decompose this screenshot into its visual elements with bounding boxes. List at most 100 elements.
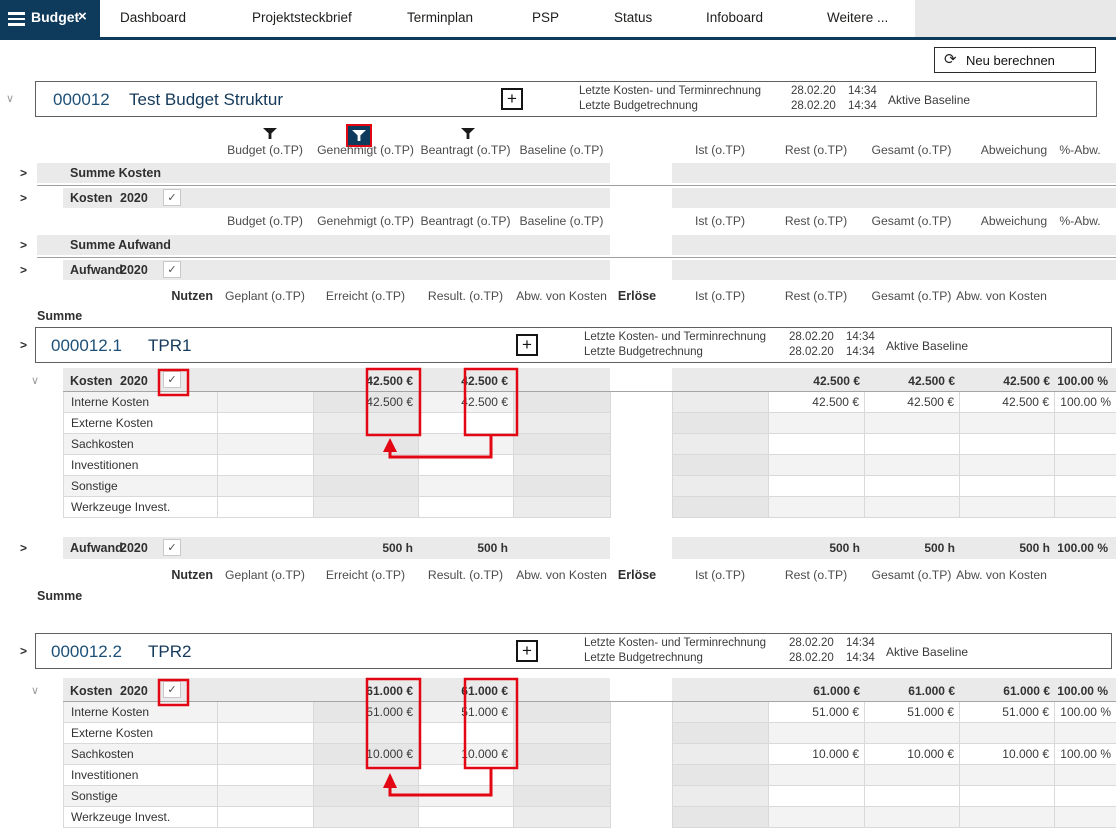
- value-cell[interactable]: 10.000 €: [865, 744, 960, 765]
- value-cell[interactable]: [673, 497, 769, 518]
- value-cell[interactable]: [314, 476, 419, 497]
- value-cell[interactable]: [1055, 455, 1116, 476]
- table-row[interactable]: [673, 723, 1116, 744]
- value-cell[interactable]: [514, 744, 611, 765]
- value-cell[interactable]: [865, 413, 960, 434]
- value-cell[interactable]: [514, 723, 611, 744]
- beantragt-value[interactable]: 61.000 €: [413, 684, 508, 698]
- beantragt-value[interactable]: 500 h: [413, 541, 508, 555]
- value-cell[interactable]: [769, 765, 865, 786]
- chevron-down-icon[interactable]: ∨: [31, 374, 39, 387]
- checkbox[interactable]: ✓: [163, 371, 181, 388]
- value-cell[interactable]: [960, 497, 1055, 518]
- value-cell[interactable]: [673, 392, 769, 413]
- table-row[interactable]: [673, 476, 1116, 497]
- value-cell[interactable]: [314, 413, 419, 434]
- value-cell[interactable]: 42.500 €: [419, 392, 514, 413]
- value-cell[interactable]: [419, 413, 514, 434]
- recalculate-button[interactable]: ⟳ Neu berechnen: [934, 47, 1096, 73]
- value-cell[interactable]: [1055, 476, 1116, 497]
- value-cell[interactable]: [314, 455, 419, 476]
- value-cell[interactable]: [769, 807, 865, 828]
- tab-status[interactable]: Status: [614, 10, 652, 25]
- value-cell[interactable]: [419, 786, 514, 807]
- chevron-right-icon[interactable]: >: [20, 191, 27, 205]
- table-row[interactable]: Sonstige: [64, 786, 611, 807]
- value-cell[interactable]: [514, 786, 611, 807]
- value-cell[interactable]: [218, 476, 314, 497]
- value-cell[interactable]: [960, 723, 1055, 744]
- value-cell[interactable]: [419, 765, 514, 786]
- value-cell[interactable]: [960, 413, 1055, 434]
- table-row[interactable]: Interne Kosten 51.000 €51.000 €: [64, 702, 611, 723]
- value-cell[interactable]: [673, 807, 769, 828]
- value-cell[interactable]: [673, 476, 769, 497]
- value-cell[interactable]: [419, 497, 514, 518]
- value-cell[interactable]: [514, 807, 611, 828]
- table-row[interactable]: Investitionen: [64, 765, 611, 786]
- value-cell[interactable]: [1055, 786, 1116, 807]
- value-cell[interactable]: [865, 455, 960, 476]
- value-cell[interactable]: [1055, 807, 1116, 828]
- value-cell[interactable]: 51.000 €: [865, 702, 960, 723]
- add-button[interactable]: +: [501, 88, 523, 110]
- value-cell[interactable]: [673, 786, 769, 807]
- chevron-right-icon[interactable]: >: [20, 541, 27, 555]
- table-row[interactable]: Investitionen: [64, 455, 611, 476]
- value-cell[interactable]: [1055, 413, 1116, 434]
- value-cell[interactable]: 42.500 €: [769, 392, 865, 413]
- funnel-filter-icon[interactable]: [461, 127, 475, 139]
- chevron-right-icon[interactable]: >: [20, 338, 27, 352]
- chevron-right-icon[interactable]: >: [20, 166, 27, 180]
- menu-icon[interactable]: [8, 12, 25, 29]
- value-cell[interactable]: [1055, 765, 1116, 786]
- value-cell[interactable]: [769, 434, 865, 455]
- value-cell[interactable]: [865, 723, 960, 744]
- value-cell[interactable]: [769, 455, 865, 476]
- value-cell[interactable]: 51.000 €: [419, 702, 514, 723]
- value-cell[interactable]: [514, 702, 611, 723]
- table-row[interactable]: Sachkosten: [64, 434, 611, 455]
- value-cell[interactable]: [218, 723, 314, 744]
- value-cell[interactable]: [514, 413, 611, 434]
- value-cell[interactable]: [769, 497, 865, 518]
- value-cell[interactable]: 100.00 %: [1055, 702, 1116, 723]
- table-row[interactable]: [673, 455, 1116, 476]
- value-cell[interactable]: [218, 392, 314, 413]
- value-cell[interactable]: [314, 434, 419, 455]
- value-cell[interactable]: [769, 786, 865, 807]
- beantragt-value[interactable]: 42.500 €: [413, 374, 508, 388]
- value-cell[interactable]: [419, 476, 514, 497]
- checkbox[interactable]: ✓: [163, 189, 181, 206]
- value-cell[interactable]: [960, 434, 1055, 455]
- table-row[interactable]: Interne Kosten 42.500 €42.500 €: [64, 392, 611, 413]
- value-cell[interactable]: [314, 786, 419, 807]
- value-cell[interactable]: [514, 765, 611, 786]
- tab-dashboard[interactable]: Dashboard: [120, 10, 186, 25]
- value-cell[interactable]: [960, 455, 1055, 476]
- chevron-down-icon[interactable]: ∨: [31, 684, 39, 697]
- tab-infoboard[interactable]: Infoboard: [706, 10, 763, 25]
- checkbox[interactable]: ✓: [163, 539, 181, 556]
- value-cell[interactable]: [960, 807, 1055, 828]
- value-cell[interactable]: [865, 476, 960, 497]
- table-row[interactable]: [673, 413, 1116, 434]
- value-cell[interactable]: [218, 744, 314, 765]
- value-cell[interactable]: [314, 723, 419, 744]
- value-cell[interactable]: [419, 455, 514, 476]
- value-cell[interactable]: [419, 723, 514, 744]
- value-cell[interactable]: 100.00 %: [1055, 744, 1116, 765]
- value-cell[interactable]: [514, 392, 611, 413]
- table-row[interactable]: [673, 765, 1116, 786]
- value-cell[interactable]: [673, 455, 769, 476]
- table-row[interactable]: [673, 434, 1116, 455]
- value-cell[interactable]: [419, 807, 514, 828]
- chevron-down-icon[interactable]: ∨: [6, 92, 14, 105]
- checkbox[interactable]: ✓: [163, 681, 181, 698]
- tab-projektsteckbrief[interactable]: Projektsteckbrief: [252, 10, 352, 25]
- chevron-right-icon[interactable]: >: [20, 263, 27, 277]
- value-cell[interactable]: 10.000 €: [769, 744, 865, 765]
- value-cell[interactable]: 51.000 €: [960, 702, 1055, 723]
- value-cell[interactable]: [865, 786, 960, 807]
- value-cell[interactable]: [960, 476, 1055, 497]
